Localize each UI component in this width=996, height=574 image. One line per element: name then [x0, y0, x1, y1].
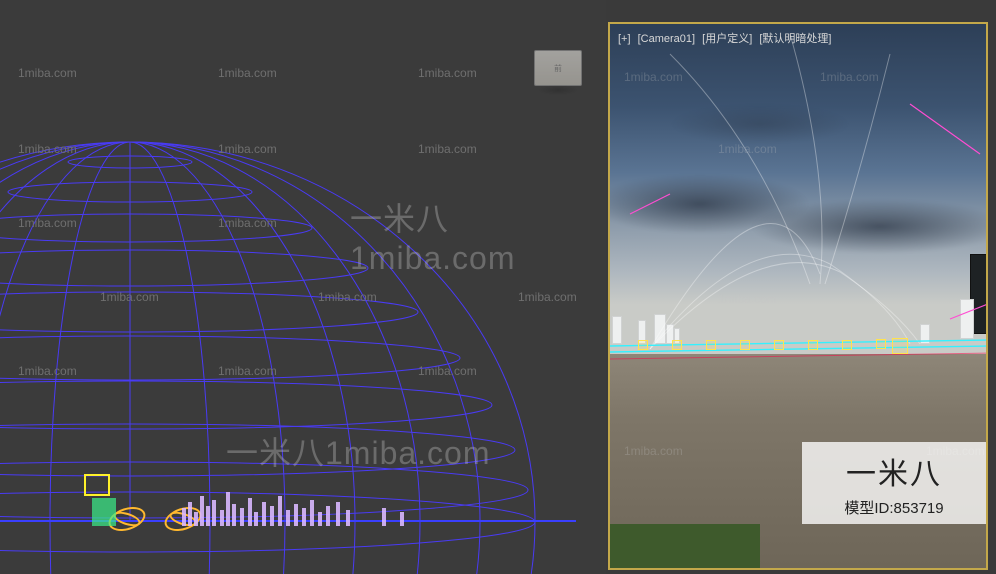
- light-helper-icon[interactable]: [876, 339, 886, 349]
- viewport-left-wireframe[interactable]: 前 1miba.com 1miba.com 1miba.com 1miba.co…: [0, 0, 606, 574]
- label-camera-name[interactable]: [Camera01]: [638, 33, 695, 45]
- label-display-mode[interactable]: [用户定义]: [702, 33, 752, 45]
- badge-brand: 一米八: [846, 449, 942, 493]
- light-helper-icon[interactable]: [808, 340, 818, 350]
- label-shading-mode[interactable]: [默认明暗处理]: [759, 33, 831, 45]
- label-maximize[interactable]: [+]: [618, 33, 631, 45]
- model-id-badge: 一米八 模型ID:853719: [802, 442, 986, 524]
- viewcube-face-label: 前: [554, 63, 562, 74]
- badge-model-id: 模型ID:853719: [844, 497, 943, 518]
- light-helper-icon[interactable]: [638, 340, 648, 350]
- badge-prefix: 模型ID:: [844, 500, 893, 517]
- app-root: 前 1miba.com 1miba.com 1miba.com 1miba.co…: [0, 0, 996, 574]
- light-helper-icon[interactable]: [740, 340, 750, 350]
- light-helper-icon[interactable]: [706, 340, 716, 350]
- light-helper-icon[interactable]: [672, 340, 682, 350]
- badge-id-value: 853719: [894, 500, 944, 517]
- light-helper-icon[interactable]: [892, 338, 908, 354]
- light-helper-icon[interactable]: [774, 340, 784, 350]
- viewcube[interactable]: 前: [534, 50, 582, 86]
- light-helper-icon[interactable]: [842, 340, 852, 350]
- viewport-right-camera[interactable]: [+] [Camera01] [用户定义] [默认明暗处理] 1miba.com…: [608, 22, 988, 570]
- viewport-label[interactable]: [+] [Camera01] [用户定义] [默认明暗处理]: [618, 30, 835, 46]
- scene-objects-row: [72, 470, 586, 526]
